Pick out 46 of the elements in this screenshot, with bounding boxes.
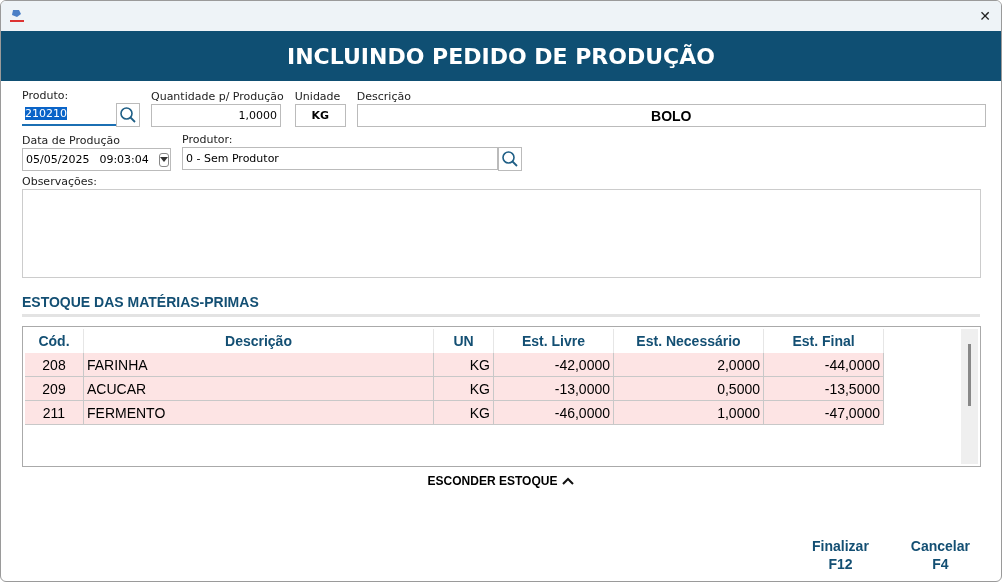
table-cell: FARINHA [84, 353, 434, 377]
close-button[interactable]: ✕ [975, 6, 995, 26]
field-label: Data de Produção [22, 134, 121, 147]
producer-field[interactable]: 0 - Sem Produtor [182, 147, 498, 170]
table-cell: 2,0000 [614, 353, 764, 377]
scrollbar[interactable] [961, 329, 978, 464]
table-cell: -44,0000 [764, 353, 884, 377]
action-button[interactable]: Cancelar F4 [904, 535, 976, 575]
table-cell: 1,0000 [614, 401, 764, 425]
table-cell: -46,0000 [494, 401, 614, 425]
date-field[interactable]: 05/05/2025 09:03:04 [22, 148, 171, 171]
table-cell: 208 [25, 353, 84, 377]
search-icon [501, 150, 519, 168]
description-field: BOLO [356, 104, 986, 127]
table-cell: KG [434, 401, 494, 425]
search-button[interactable] [498, 147, 522, 171]
toggle-stock-button[interactable]: ESCONDER ESTOQUE [425, 472, 577, 490]
caret-icon [159, 157, 168, 162]
table-cell: ACUCAR [84, 377, 434, 401]
table-cell: 211 [25, 401, 84, 425]
action-button[interactable]: Finalizar F12 [806, 535, 875, 575]
field-label: Quantidade p/ Produção [151, 90, 284, 103]
field-label: Descrição [356, 90, 412, 103]
table-cell: 0,5000 [614, 377, 764, 401]
table-cell: -47,0000 [764, 401, 884, 425]
notes-field[interactable] [22, 189, 981, 278]
dropdown-button[interactable] [158, 152, 169, 167]
table-cell: -13,0000 [494, 377, 614, 401]
table-cell: KG [434, 353, 494, 377]
table-cell: 209 [25, 377, 84, 401]
chevron-up-icon [562, 477, 575, 485]
search-icon [119, 106, 137, 124]
search-button[interactable] [116, 103, 140, 127]
table-cell: KG [434, 377, 494, 401]
field-label: Produtor: [182, 133, 234, 146]
unit-field: KG [294, 104, 346, 127]
quantity-field[interactable]: 1,0000 [151, 104, 281, 127]
table-cell: -42,0000 [494, 353, 614, 377]
field-label: Unidade [294, 90, 342, 103]
window-title: INCLUINDO PEDIDO DE PRODUÇÃO [1, 31, 1001, 81]
table-cell: -13,5000 [764, 377, 884, 401]
table-cell: FERMENTO [84, 401, 434, 425]
section-title: ESTOQUE DAS MATÉRIAS-PRIMAS [22, 294, 980, 317]
field-label: Produto: [22, 89, 70, 102]
field-label: Observações: [22, 175, 98, 188]
app-logo-icon [9, 9, 25, 23]
